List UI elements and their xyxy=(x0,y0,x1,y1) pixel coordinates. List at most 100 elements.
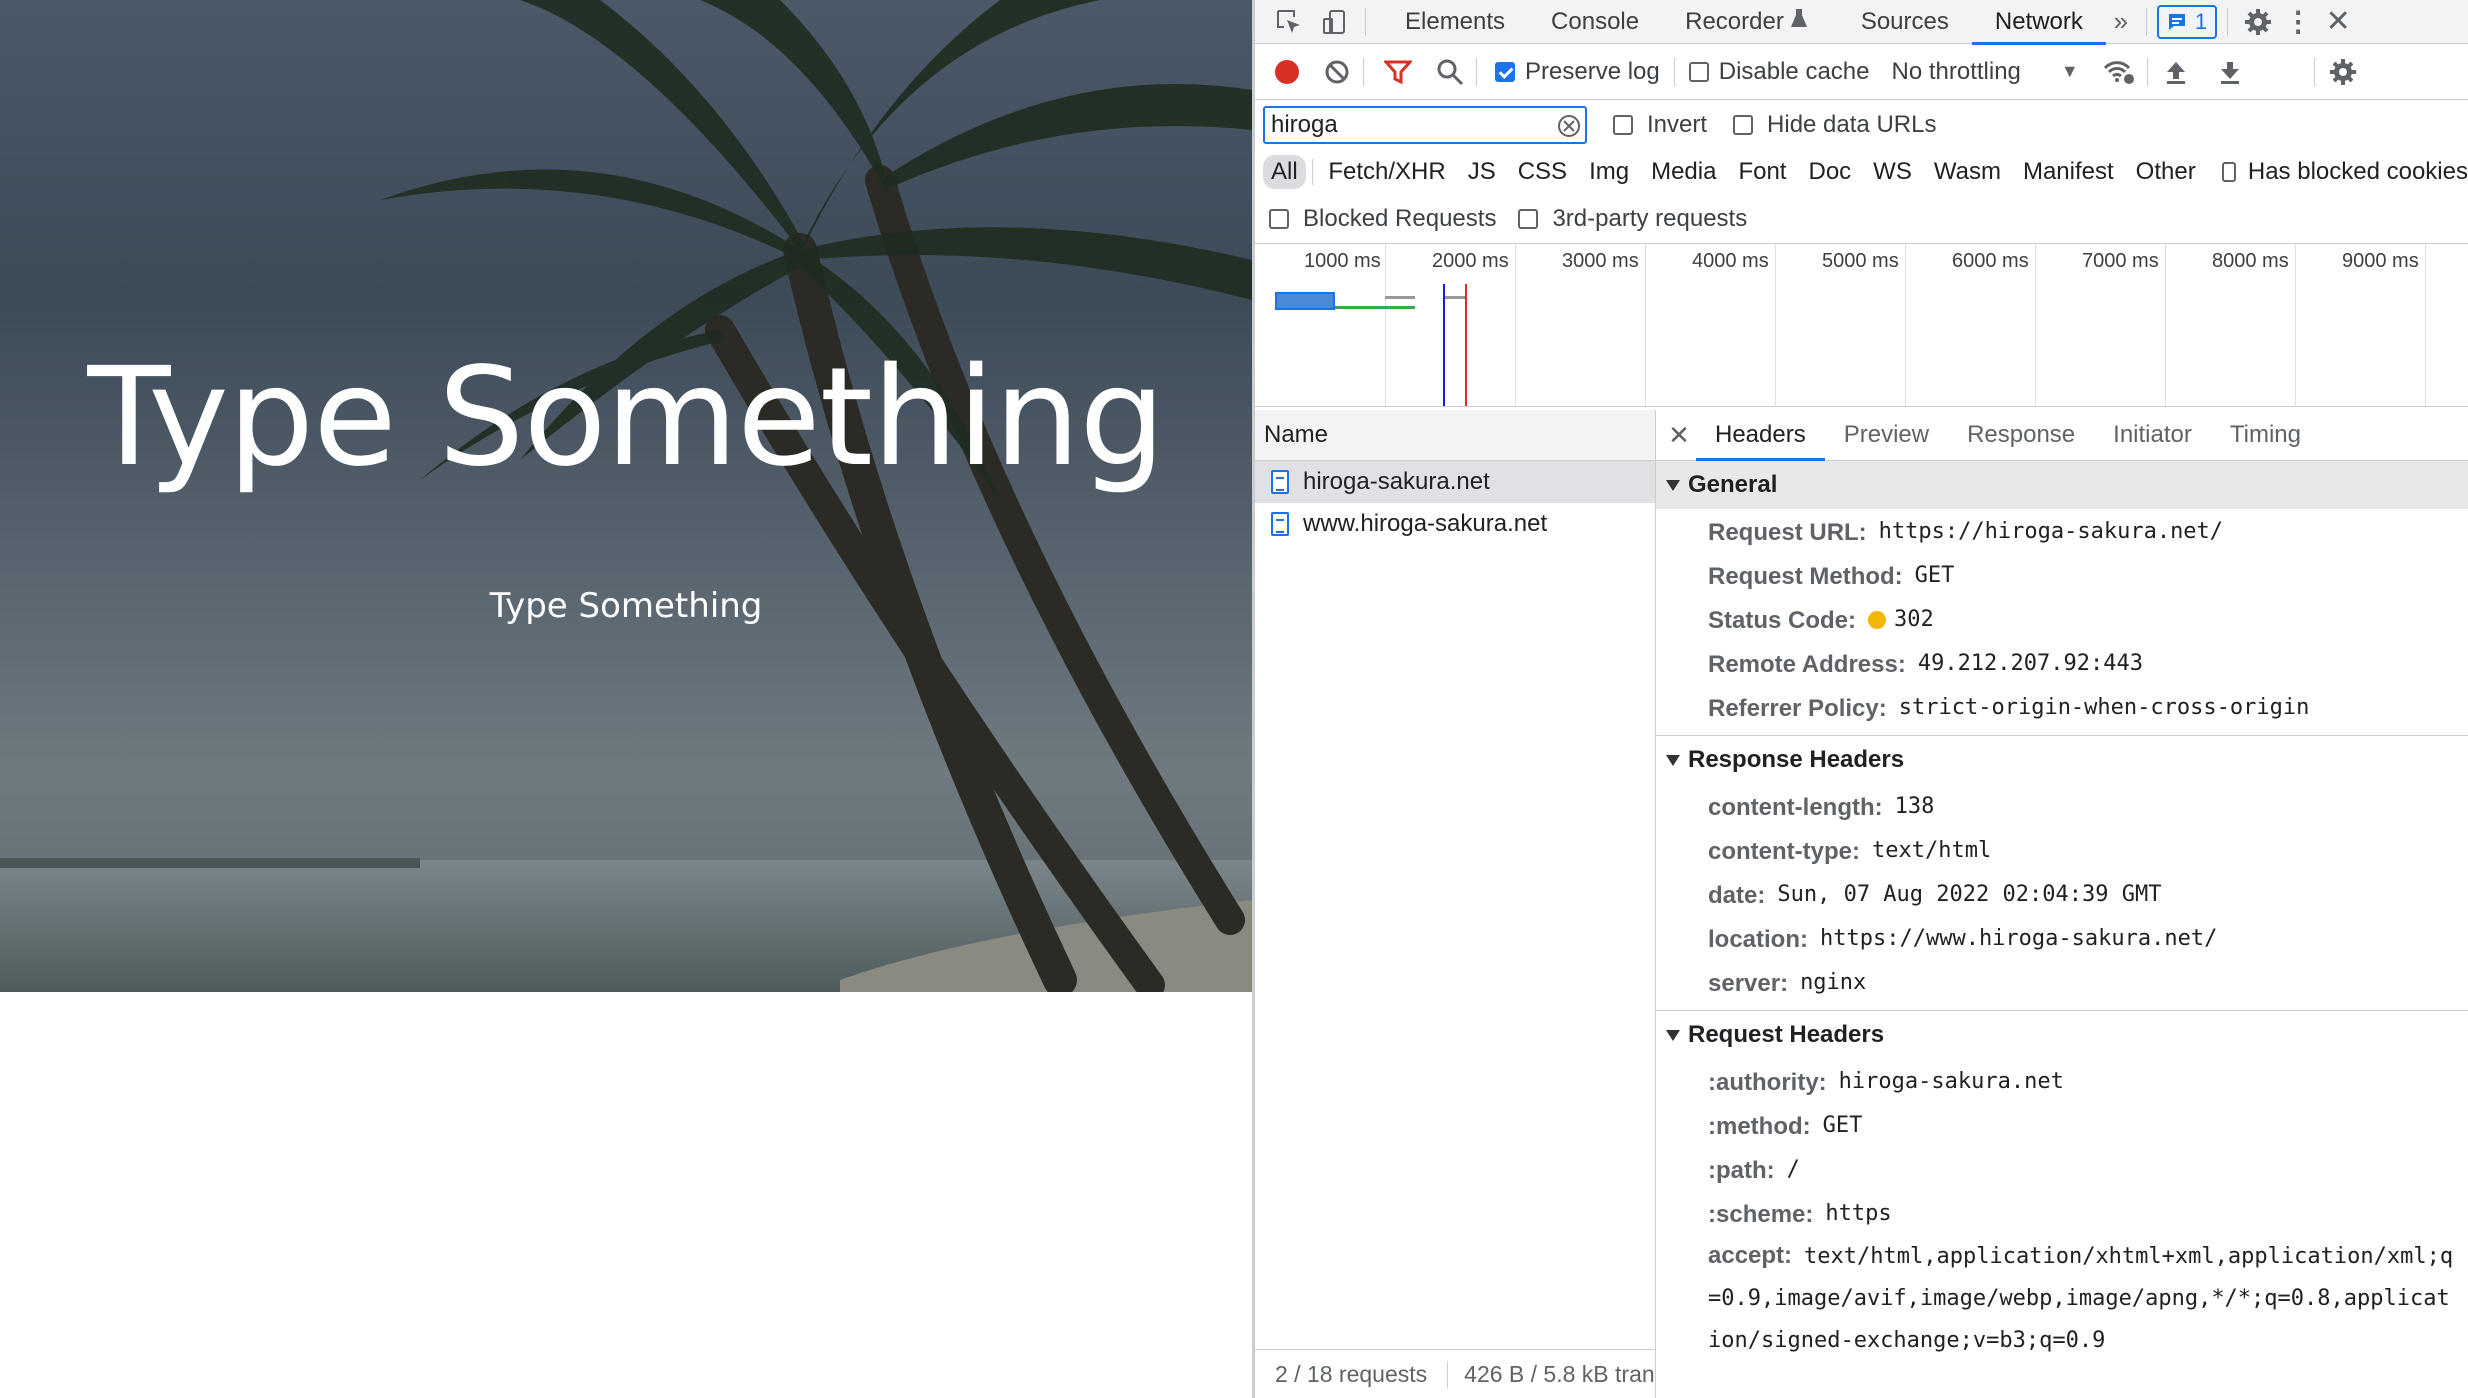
type-filter-js[interactable]: JS xyxy=(1460,155,1504,189)
type-filter-manifest[interactable]: Manifest xyxy=(2015,155,2122,189)
general-section-title: General xyxy=(1688,471,1778,498)
preserve-log-checkbox[interactable] xyxy=(1495,61,1515,82)
type-filter-ws[interactable]: WS xyxy=(1865,155,1920,189)
header-row: Request Method: GET xyxy=(1656,553,2468,597)
header-key: content-type: xyxy=(1708,838,1860,865)
header-value: https xyxy=(1825,1201,1892,1226)
document-icon xyxy=(1271,512,1289,536)
clear-icon[interactable] xyxy=(1321,59,1353,85)
export-har-icon[interactable] xyxy=(2212,59,2248,85)
hide-data-urls-checkbox[interactable] xyxy=(1733,115,1754,135)
type-filter-wasm[interactable]: Wasm xyxy=(1926,155,2009,189)
network-settings-gear-icon[interactable] xyxy=(2325,58,2361,86)
name-column-header[interactable]: Name xyxy=(1255,410,1655,461)
network-toolbar: Preserve log Disable cache No throttling… xyxy=(1255,44,2468,100)
has-blocked-cookies-checkbox[interactable] xyxy=(2221,162,2236,182)
kebab-menu-icon[interactable]: ⋮ xyxy=(2278,5,2318,38)
issues-badge[interactable]: 1 xyxy=(2156,4,2218,39)
has-blocked-cookies-label: Has blocked cookies xyxy=(2247,158,2468,185)
tab-response[interactable]: Response xyxy=(1948,410,2094,460)
header-value: hiroga-sakura.net xyxy=(1838,1069,2064,1094)
header-key: :scheme: xyxy=(1708,1201,1814,1228)
tab-headers[interactable]: Headers xyxy=(1696,410,1825,461)
filter-row: Invert Hide data URLs xyxy=(1255,100,2468,150)
request-count: 2 / 18 requests xyxy=(1255,1360,1449,1388)
type-filter-media[interactable]: Media xyxy=(1643,155,1724,189)
request-row[interactable]: hiroga-sakura.net xyxy=(1255,461,1655,503)
device-toolbar-icon[interactable] xyxy=(1315,8,1355,36)
status-dot-icon xyxy=(1868,611,1887,629)
type-filter-css[interactable]: CSS xyxy=(1510,155,1575,189)
third-party-requests-checkbox[interactable] xyxy=(1518,208,1539,229)
web-page: Type Something Type Something xyxy=(0,0,1252,1398)
request-list: Name hiroga-sakura.net www.hiroga-sakura… xyxy=(1255,410,1656,1398)
timeline-request-bar xyxy=(1445,296,1465,299)
response-headers-section-header[interactable]: Response Headers xyxy=(1656,736,2468,784)
accept-header: accept: text/html,application/xhtml+xml,a… xyxy=(1708,1235,2460,1362)
import-har-icon[interactable] xyxy=(2158,59,2194,85)
request-row[interactable]: www.hiroga-sakura.net xyxy=(1255,503,1655,545)
header-value: strict-origin-when-cross-origin xyxy=(1898,695,2310,720)
type-filter-fetch-xhr[interactable]: Fetch/XHR xyxy=(1320,155,1453,189)
network-conditions-icon[interactable] xyxy=(2101,59,2137,85)
header-row: :scheme: https xyxy=(1656,1191,2468,1235)
divider xyxy=(1365,7,1366,36)
load-event-marker xyxy=(1465,284,1467,406)
header-row: accept: text/html,application/xhtml+xml,a… xyxy=(1656,1235,2468,1362)
header-key: :method: xyxy=(1708,1113,1811,1140)
blocked-requests-checkbox[interactable] xyxy=(1269,208,1289,229)
tab-console[interactable]: Console xyxy=(1528,0,1662,44)
hide-data-urls-label: Hide data URLs xyxy=(1767,111,1937,138)
throttling-select[interactable]: No throttling ▼ xyxy=(1891,58,2078,86)
header-key: server: xyxy=(1708,970,1789,997)
filter-icon[interactable] xyxy=(1382,59,1414,85)
network-status-bar: 2 / 18 requests 426 B / 5.8 kB transferr… xyxy=(1255,1349,1655,1398)
third-party-requests-label: 3rd-party requests xyxy=(1552,204,1748,232)
timeline-request-bar xyxy=(1385,296,1415,299)
disable-cache-checkbox[interactable] xyxy=(1688,61,1709,82)
tab-sources[interactable]: Sources xyxy=(1838,0,1972,44)
header-value: text/html xyxy=(1872,838,1992,863)
header-row: Status Code: 302 xyxy=(1656,597,2468,641)
timeline-gridline xyxy=(2425,244,2426,406)
timeline-tick-label: 7000 ms xyxy=(2082,250,2159,272)
tab-elements[interactable]: Elements xyxy=(1382,0,1528,44)
clear-filter-icon[interactable] xyxy=(1557,114,1581,145)
filter-input[interactable] xyxy=(1269,110,1543,140)
search-icon[interactable] xyxy=(1434,58,1466,86)
close-details-icon[interactable]: ✕ xyxy=(1662,420,1696,451)
header-key: Remote Address: xyxy=(1708,651,1906,678)
more-tabs-icon[interactable]: » xyxy=(2106,6,2136,37)
settings-gear-icon[interactable] xyxy=(2238,8,2278,36)
timeline-request-bar xyxy=(1275,292,1335,310)
response-headers-title: Response Headers xyxy=(1688,746,1905,773)
expand-triangle-icon xyxy=(1666,479,1680,491)
filter-input-box[interactable] xyxy=(1263,106,1587,144)
record-icon[interactable] xyxy=(1271,59,1303,85)
type-filter-font[interactable]: Font xyxy=(1730,155,1794,189)
header-key: :path: xyxy=(1708,1157,1775,1184)
preserve-log-label: Preserve log xyxy=(1525,57,1660,85)
tab-initiator[interactable]: Initiator xyxy=(2094,410,2211,460)
general-section-header[interactable]: General xyxy=(1656,461,2468,509)
header-key: Request URL: xyxy=(1708,519,1867,546)
request-name: hiroga-sakura.net xyxy=(1303,468,1490,495)
type-filter-doc[interactable]: Doc xyxy=(1800,155,1859,189)
header-key: accept: xyxy=(1708,1242,1793,1269)
tab-network[interactable]: Network xyxy=(1971,0,2106,45)
tab-preview[interactable]: Preview xyxy=(1825,410,1948,460)
request-headers-section-header[interactable]: Request Headers xyxy=(1656,1011,2468,1059)
type-filter-img[interactable]: Img xyxy=(1581,155,1637,189)
header-row: location: https://www.hiroga-sakura.net/ xyxy=(1656,916,2468,960)
tab-timing[interactable]: Timing xyxy=(2211,410,2320,460)
header-value: GET xyxy=(1822,1113,1863,1138)
tab-recorder[interactable]: Recorder xyxy=(1662,0,1814,44)
header-value: GET xyxy=(1914,563,1955,588)
type-filter-other[interactable]: Other xyxy=(2128,155,2204,189)
inspect-element-icon[interactable] xyxy=(1269,8,1309,36)
type-filter-all[interactable]: All xyxy=(1263,155,1306,189)
close-devtools-icon[interactable]: ✕ xyxy=(2318,4,2358,39)
header-row: Request URL: https://hiroga-sakura.net/ xyxy=(1656,509,2468,553)
network-overview-timeline[interactable]: 1000 ms 2000 ms 3000 ms 4000 ms 5000 ms … xyxy=(1255,244,2468,407)
invert-checkbox[interactable] xyxy=(1613,115,1633,135)
